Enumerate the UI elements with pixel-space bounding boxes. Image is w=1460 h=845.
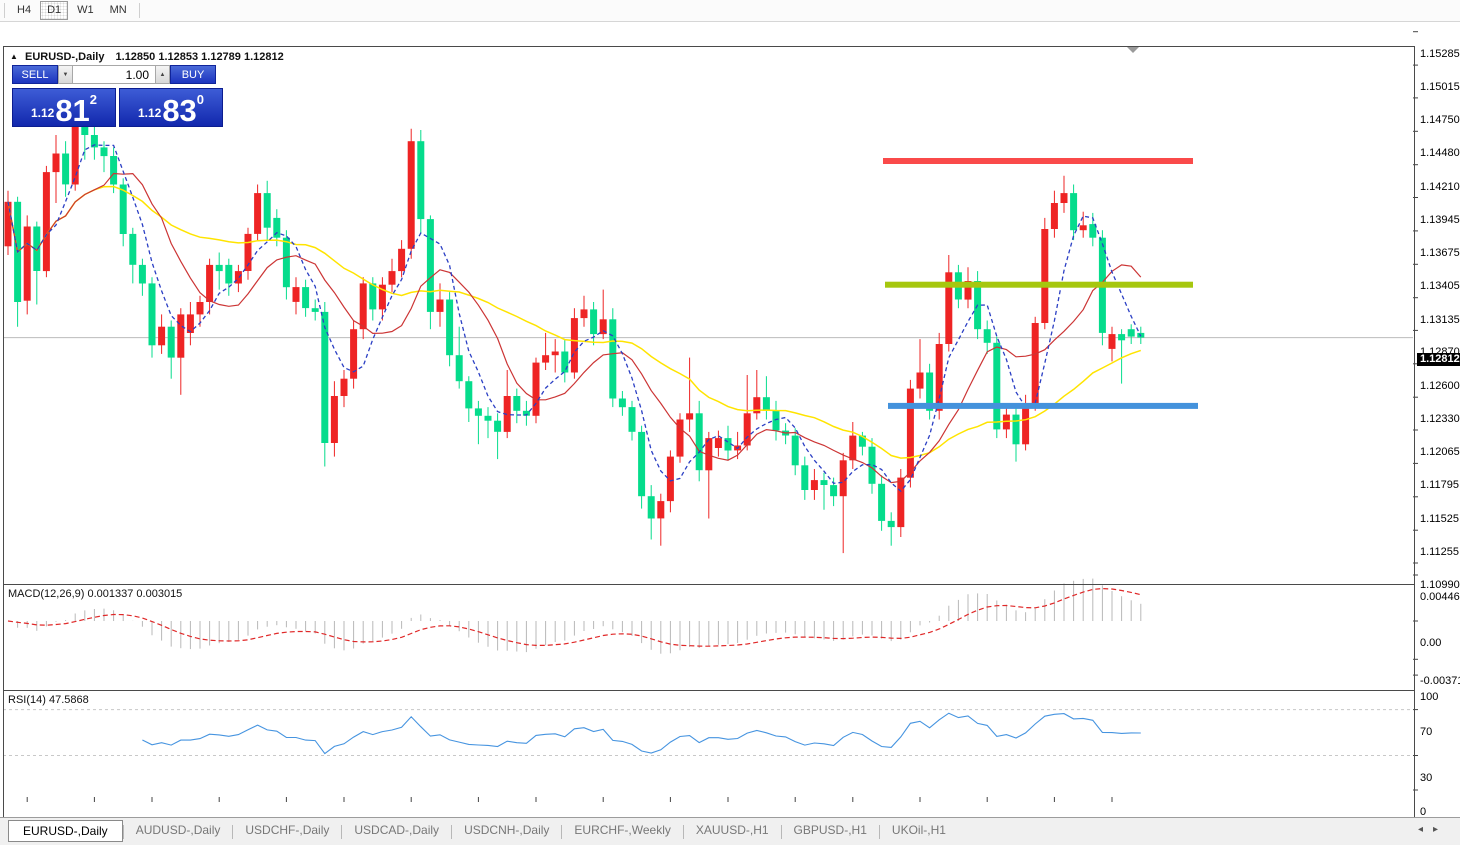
chart-tab-eurchf-weekly[interactable]: EURCHF-,Weekly [562, 820, 682, 840]
timeframe-button-w1[interactable]: W1 [70, 1, 101, 20]
collapse-triangle-icon[interactable]: ▲ [10, 52, 18, 61]
macd-panel-frame [3, 584, 1415, 691]
chart-tab-gbpusd-h1[interactable]: GBPUSD-,H1 [782, 820, 879, 840]
chart-tab-usdcnh-daily[interactable]: USDCNH-,Daily [452, 820, 561, 840]
rsi-axis-label: 70 [1420, 726, 1432, 738]
one-click-trading-panel: SELL ▼ 1.00 ▲ BUY 1.12 81 2 1.12 83 0 [12, 65, 224, 127]
timeframe-toolbar: H4D1W1MN [0, 0, 1460, 22]
symbol-name: EURUSD-,Daily [25, 51, 104, 63]
chart-tab-ukoil-h1[interactable]: UKOil-,H1 [880, 820, 958, 840]
chart-tab-bar: ◂▸ EURUSD-,DailyAUDUSD-,DailyUSDCHF-,Dai… [0, 817, 1460, 845]
buy-price-sup: 0 [197, 92, 204, 107]
tab-scroll-left-icon[interactable]: ◂ [1418, 824, 1433, 835]
timeframe-button-d1[interactable]: D1 [40, 1, 68, 20]
timeframe-button-mn[interactable]: MN [103, 1, 134, 20]
price-axis-label: 1.14480 [1420, 147, 1460, 159]
macd-axis-label: -0.003715 [1420, 675, 1460, 687]
rsi-axis-label: 30 [1420, 772, 1432, 784]
macd-axis-label: 0.004465 [1420, 591, 1460, 603]
price-axis-label: 1.11525 [1420, 513, 1459, 525]
buy-button[interactable]: BUY [170, 65, 216, 84]
tab-scroll-right-icon[interactable]: ▸ [1433, 824, 1448, 835]
chart-tab-audusd-daily[interactable]: AUDUSD-,Daily [124, 820, 233, 840]
price-axis-label: 1.11795 [1420, 479, 1459, 491]
chart-window[interactable]: ▲ EURUSD-,Daily 1.12850 1.12853 1.12789 … [0, 22, 1460, 845]
price-axis-label: 1.13945 [1420, 214, 1460, 226]
toolbar-separator [139, 3, 140, 18]
toolbar-separator [4, 3, 5, 18]
chart-tab-eurusd-daily[interactable]: EURUSD-,Daily [8, 820, 123, 842]
chart-tab-usdcad-daily[interactable]: USDCAD-,Daily [342, 820, 451, 840]
volume-decrease-button[interactable]: ▼ [58, 65, 73, 84]
volume-increase-button[interactable]: ▲ [155, 65, 170, 84]
chart-tab-usdchf-daily[interactable]: USDCHF-,Daily [233, 820, 341, 840]
sell-price-sup: 2 [90, 92, 97, 107]
buy-price-big: 83 [162, 97, 196, 125]
price-axis-label: 1.14750 [1420, 114, 1460, 126]
timeframe-button-h4[interactable]: H4 [10, 1, 38, 20]
buy-price-tile[interactable]: 1.12 83 0 [119, 88, 223, 127]
ohlc-quotes: 1.12850 1.12853 1.12789 1.12812 [116, 51, 284, 63]
sell-price-tile[interactable]: 1.12 81 2 [12, 88, 116, 127]
current-price-badge: 1.12812 [1417, 353, 1460, 366]
rsi-panel-frame [3, 690, 1415, 821]
price-axis-label: 1.14210 [1420, 181, 1460, 193]
sell-button[interactable]: SELL [12, 65, 58, 84]
price-axis-label: 1.12330 [1420, 413, 1460, 425]
sell-price-big: 81 [55, 97, 89, 125]
price-axis-label: 1.15015 [1420, 81, 1460, 93]
price-axis-label: 1.11255 [1420, 546, 1459, 558]
price-axis-label: 1.13405 [1420, 280, 1460, 292]
price-axis-label: 1.12065 [1420, 446, 1460, 458]
sell-price-prefix: 1.12 [31, 106, 54, 120]
price-axis-label: 1.10990 [1420, 579, 1460, 591]
macd-label: MACD(12,26,9) 0.001337 0.003015 [8, 588, 182, 600]
price-axis-label: 1.13675 [1420, 247, 1460, 259]
price-axis-label: 1.13135 [1420, 314, 1460, 326]
buy-price-prefix: 1.12 [138, 106, 161, 120]
chart-tab-xauusd-h1[interactable]: XAUUSD-,H1 [684, 820, 781, 840]
volume-input[interactable]: 1.00 [73, 65, 155, 84]
mt4-application: H4D1W1MN ▲ EURUSD-,Daily 1.12850 1.12853… [0, 0, 1460, 845]
rsi-axis-label: 100 [1420, 691, 1438, 703]
macd-axis-label: 0.00 [1420, 637, 1441, 649]
rsi-label: RSI(14) 47.5868 [8, 694, 89, 706]
tab-scroll-arrows[interactable]: ◂▸ [1418, 824, 1448, 835]
price-axis-label: 1.12600 [1420, 380, 1460, 392]
price-axis-label: 1.15285 [1420, 48, 1460, 60]
chart-symbol-title: ▲ EURUSD-,Daily 1.12850 1.12853 1.12789 … [10, 51, 284, 63]
chart-shift-marker-icon[interactable] [1127, 47, 1139, 53]
